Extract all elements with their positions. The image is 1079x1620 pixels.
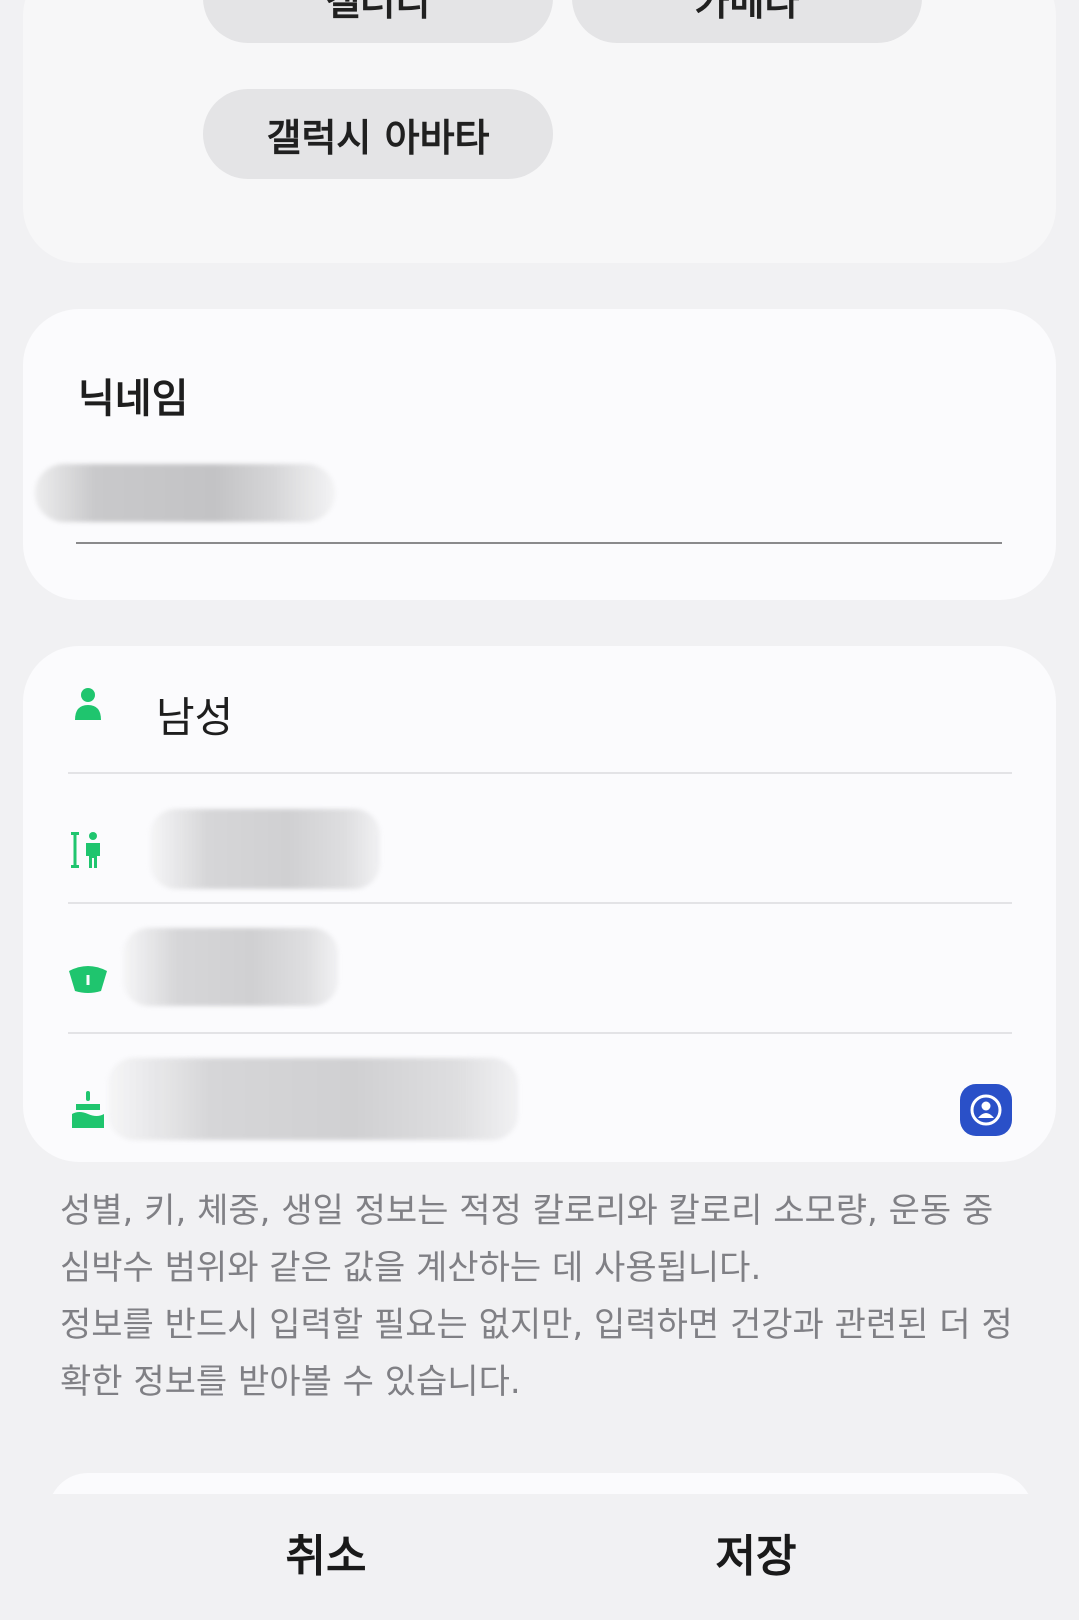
weight-value [123, 928, 338, 1006]
cancel-button[interactable]: 취소 [116, 1508, 536, 1596]
gender-row[interactable]: 남성 [23, 646, 1056, 776]
info-description: 성별, 키, 체중, 생일 정보는 적정 칼로리와 칼로리 소모량, 운동 중 … [60, 1183, 1020, 1411]
edit-profile-screen: 갤러리 카메라 갤럭시 아바타 닉네임 남성 성별, 키, 체중, 생일 정보는… [0, 0, 1079, 1620]
birthday-row[interactable] [23, 1034, 1056, 1162]
gallery-button[interactable]: 갤러리 [203, 0, 553, 43]
cake-icon [68, 1090, 108, 1130]
photo-source-card: 갤러리 카메라 갤럭시 아바타 [23, 0, 1056, 263]
description-line-1: 성별, 키, 체중, 생일 정보는 적정 칼로리와 칼로리 소모량, 운동 중 … [60, 1191, 994, 1288]
person-icon [68, 684, 108, 724]
nickname-card: 닉네임 [23, 309, 1056, 600]
nickname-label: 닉네임 [78, 376, 189, 422]
galaxy-avatar-button[interactable]: 갤럭시 아바타 [203, 89, 553, 179]
camera-button[interactable]: 카메라 [572, 0, 922, 43]
description-line-2: 정보를 반드시 입력할 필요는 없지만, 입력하면 건강과 관련된 더 정확한 … [60, 1305, 1013, 1402]
gender-value: 남성 [156, 693, 234, 742]
nickname-input[interactable] [35, 464, 335, 522]
weight-row[interactable] [23, 904, 1056, 1034]
bottom-action-bar: 취소 저장 [0, 1494, 1079, 1620]
account-icon[interactable] [960, 1084, 1012, 1136]
body-info-card: 남성 [23, 646, 1056, 1162]
height-value [150, 809, 380, 889]
height-icon [68, 830, 108, 870]
save-button[interactable]: 저장 [546, 1508, 966, 1596]
scale-icon [68, 960, 108, 1000]
birthday-value [108, 1058, 518, 1140]
nickname-underline [76, 542, 1002, 544]
height-row[interactable] [23, 774, 1056, 904]
